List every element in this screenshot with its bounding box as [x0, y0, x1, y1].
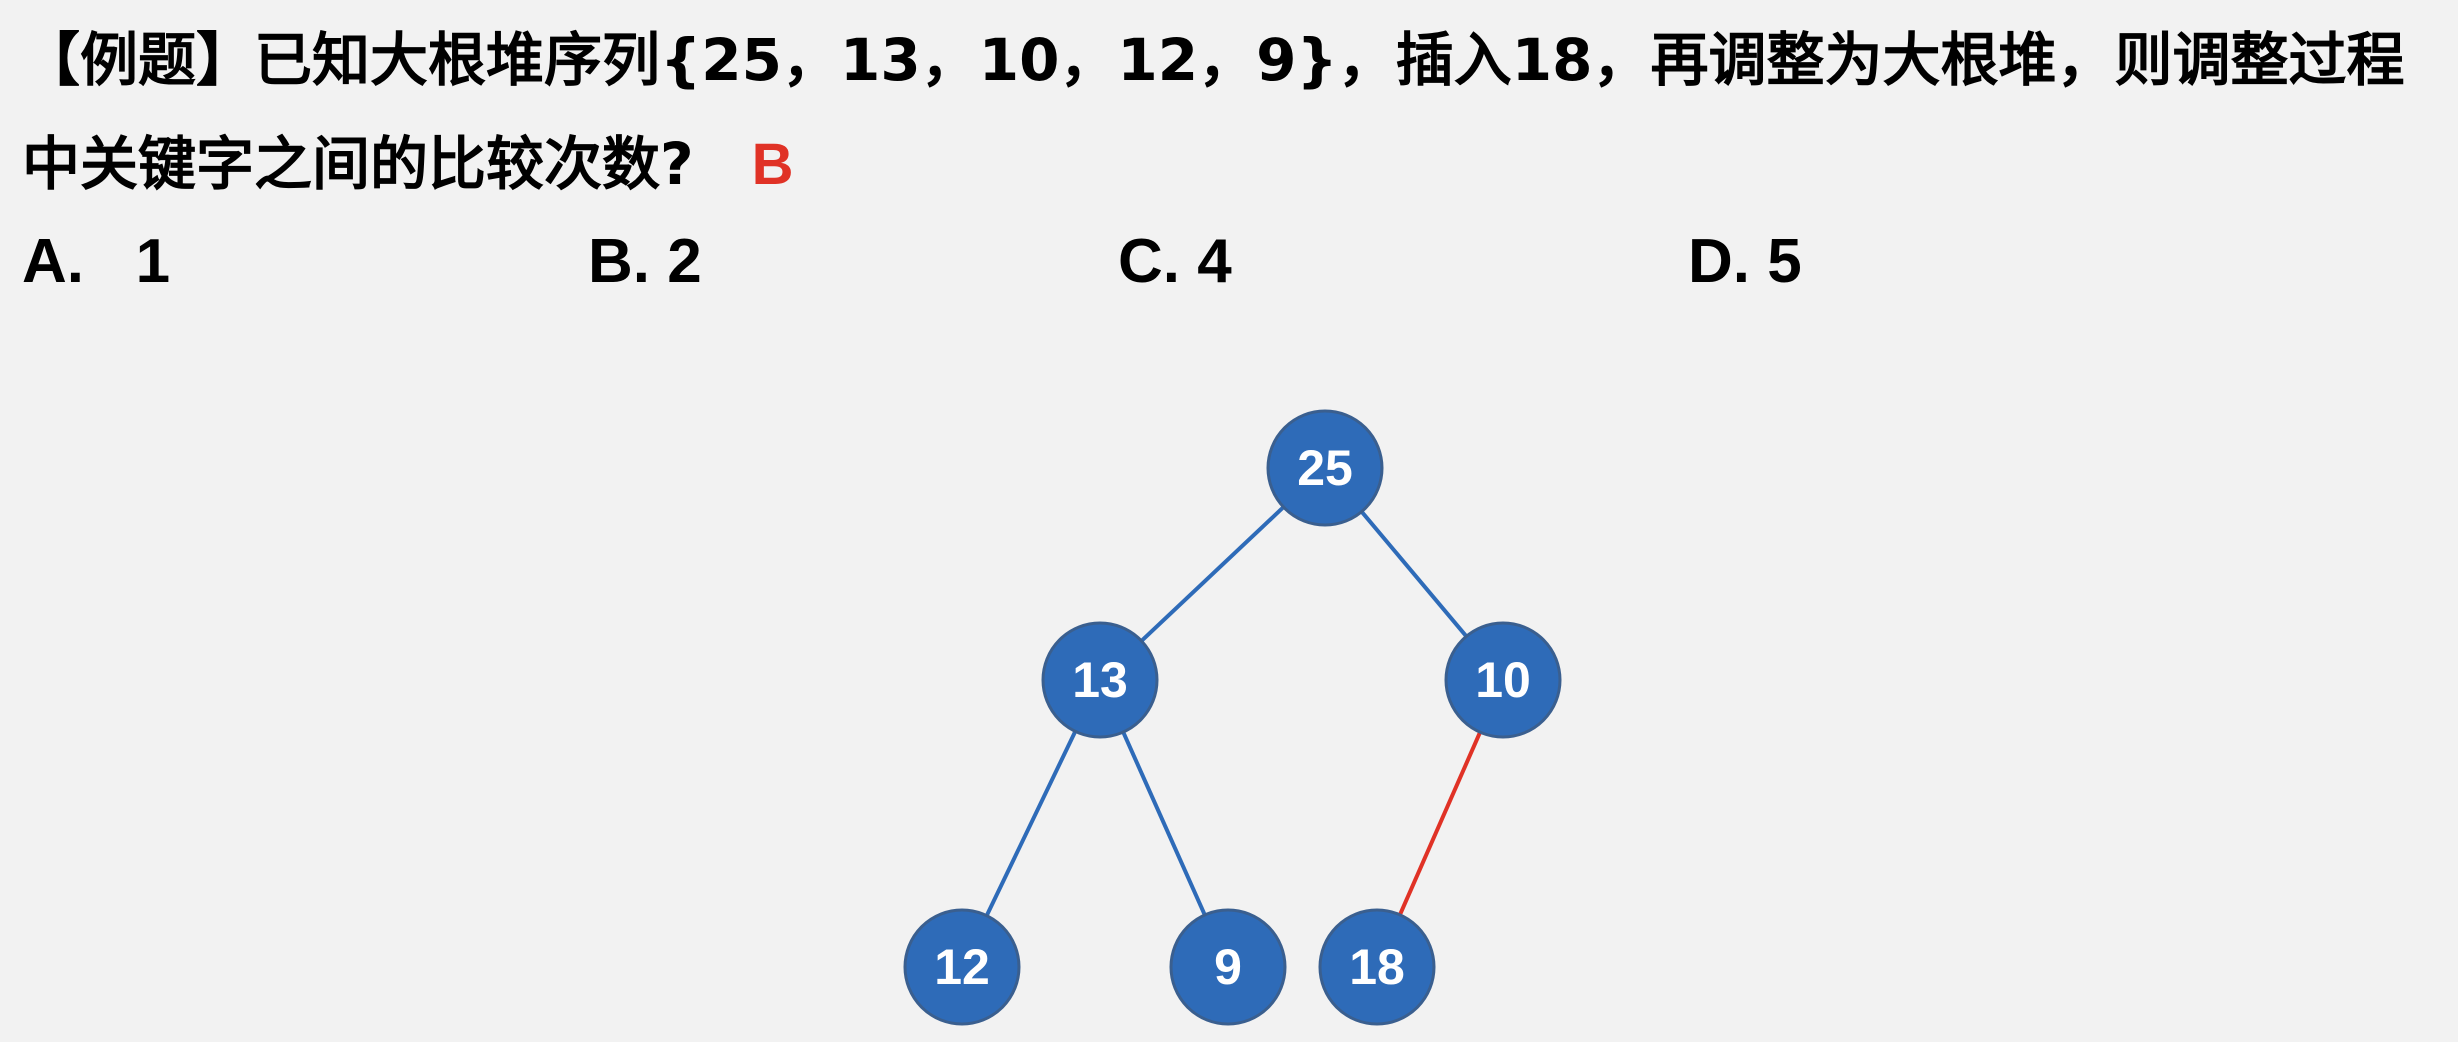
heap-edge-25-13	[1140, 505, 1285, 643]
heap-node-label: 13	[1072, 652, 1128, 708]
heap-edge-13-12	[984, 730, 1078, 917]
heap-node-label: 25	[1297, 440, 1353, 496]
heap-node-label: 12	[934, 939, 990, 995]
heap-node-9: 9	[1169, 908, 1287, 1026]
heap-edge-10-18	[1398, 731, 1482, 916]
heap-node-13: 13	[1041, 621, 1159, 739]
heap-node-18: 18	[1318, 908, 1436, 1026]
heap-node-label: 18	[1349, 939, 1405, 995]
heap-nodes: 25 13 10 12 9 18	[903, 409, 1562, 1026]
heap-edge-25-10	[1360, 510, 1468, 638]
heap-node-25: 25	[1266, 409, 1384, 527]
heap-node-label: 10	[1475, 652, 1531, 708]
heap-node-label: 9	[1214, 939, 1242, 995]
heap-node-10: 10	[1444, 621, 1562, 739]
heap-node-12: 12	[903, 908, 1021, 1026]
heap-edge-13-9	[1121, 731, 1207, 916]
heap-tree-diagram: 25 13 10 12 9 18	[903, 409, 1562, 1026]
